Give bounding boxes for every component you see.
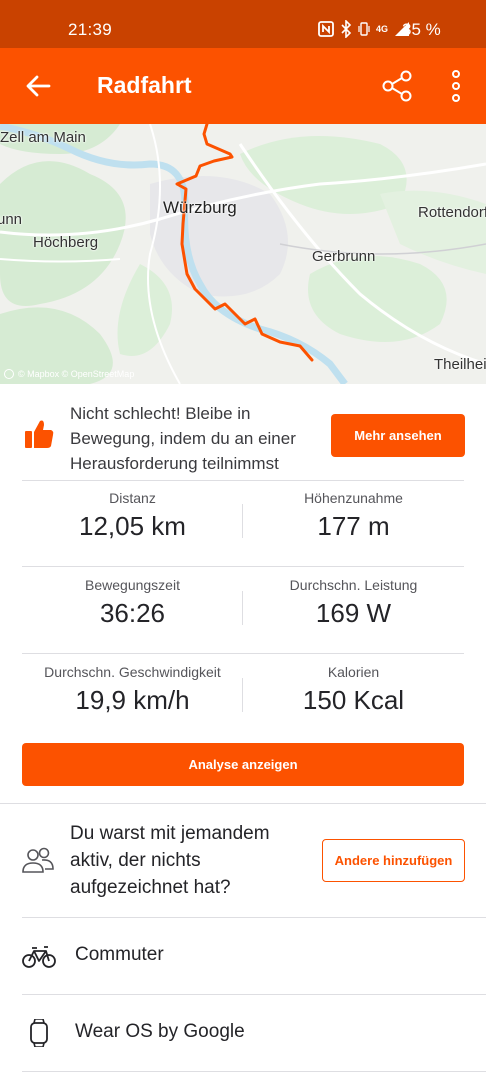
battery-level: 35 % [402, 20, 441, 39]
gear-bike-item[interactable]: Commuter [0, 918, 486, 994]
stat-row: Bewegungszeit 36:26 Durchschn. Leistung … [22, 567, 464, 654]
more-options-icon[interactable] [442, 66, 470, 106]
map-label-theilheim: Theilhei [434, 356, 486, 373]
thumbs-up-icon [25, 420, 54, 448]
stat-label: Bewegungszeit [85, 577, 180, 593]
activity-stats: Distanz 12,05 km Höhenzunahme 177 m Bewe… [22, 480, 464, 741]
status-icons: 4G [318, 20, 410, 38]
bluetooth-icon [341, 20, 352, 38]
promo-text: Nicht schlecht! Bleibe in Bewegung, inde… [70, 404, 296, 473]
stat-label: Distanz [109, 490, 156, 506]
stat-label: Höhenzunahme [304, 490, 403, 506]
gear-bike-name: Commuter [75, 944, 164, 965]
stat-row: Durchschn. Geschwindigkeit 19,9 km/h Kal… [22, 654, 464, 741]
map-label-unn: unn [0, 211, 23, 228]
stat-avg-speed: Durchschn. Geschwindigkeit 19,9 km/h [22, 654, 243, 741]
stat-avg-power: Durchschn. Leistung 169 W [243, 567, 464, 654]
map-attribution[interactable]: © Mapbox © OpenStreetMap [4, 369, 134, 379]
stat-moving-time: Bewegungszeit 36:26 [22, 567, 243, 654]
network-type: 4G [376, 24, 389, 34]
see-more-button[interactable]: Mehr ansehen [331, 414, 465, 457]
add-others-section: Du warst mit jemandem aktiv, der nichts … [0, 804, 486, 917]
map-label-gerbrunn: Gerbrunn [312, 248, 376, 265]
stat-value: 177 m [317, 511, 390, 541]
add-others-button[interactable]: Andere hinzufügen [322, 839, 465, 882]
map-label-zell: Zell am Main [0, 129, 86, 146]
stat-value: 150 Kcal [302, 685, 405, 715]
watch-icon [30, 1019, 48, 1047]
challenge-promo: Nicht schlecht! Bleibe in Bewegung, inde… [0, 384, 486, 480]
divider [22, 1071, 486, 1072]
stat-label: Durchschn. Geschwindigkeit [44, 664, 221, 680]
stat-label: Kalorien [327, 664, 380, 680]
app-bar: Radfahrt [0, 48, 486, 124]
map-label-hochberg: Höchberg [33, 234, 99, 251]
stat-value: 36:26 [99, 598, 166, 628]
back-arrow-icon[interactable] [22, 70, 54, 102]
stat-label: Durchschn. Leistung [289, 577, 418, 593]
share-icon[interactable] [380, 68, 416, 104]
show-analysis-button[interactable]: Analyse anzeigen [22, 743, 464, 786]
device-item[interactable]: Wear OS by Google [0, 995, 486, 1071]
device-name: Wear OS by Google [75, 1021, 245, 1042]
stat-elevation-gain: Höhenzunahme 177 m [243, 480, 464, 567]
add-others-text: Du warst mit jemandem aktiv, der nichts … [70, 823, 270, 898]
stat-distance: Distanz 12,05 km [22, 480, 243, 567]
people-icon [22, 847, 54, 873]
stat-calories: Kalorien 150 Kcal [243, 654, 464, 741]
stat-value: 169 W [315, 598, 392, 628]
status-time: 21:39 [68, 20, 113, 39]
stat-value: 12,05 km [79, 511, 186, 541]
map-label-rottendorf: Rottendorf [418, 204, 486, 221]
stat-row: Distanz 12,05 km Höhenzunahme 177 m [22, 480, 464, 567]
stat-value: 19,9 km/h [75, 685, 190, 715]
map-background [0, 124, 486, 384]
status-bar: 21:39 4G 35 % [0, 0, 486, 48]
map-label-wurzburg: Würzburg [163, 198, 237, 217]
route-map[interactable]: Zell am Main Würzburg Rottendorf unn Höc… [0, 124, 486, 384]
nfc-icon [318, 21, 334, 37]
map-attribution-text: © Mapbox © OpenStreetMap [18, 369, 135, 379]
vibrate-icon [358, 22, 370, 36]
bicycle-icon [22, 946, 56, 968]
mapbox-logo-icon [4, 369, 14, 379]
page-title: Radfahrt [97, 72, 192, 98]
